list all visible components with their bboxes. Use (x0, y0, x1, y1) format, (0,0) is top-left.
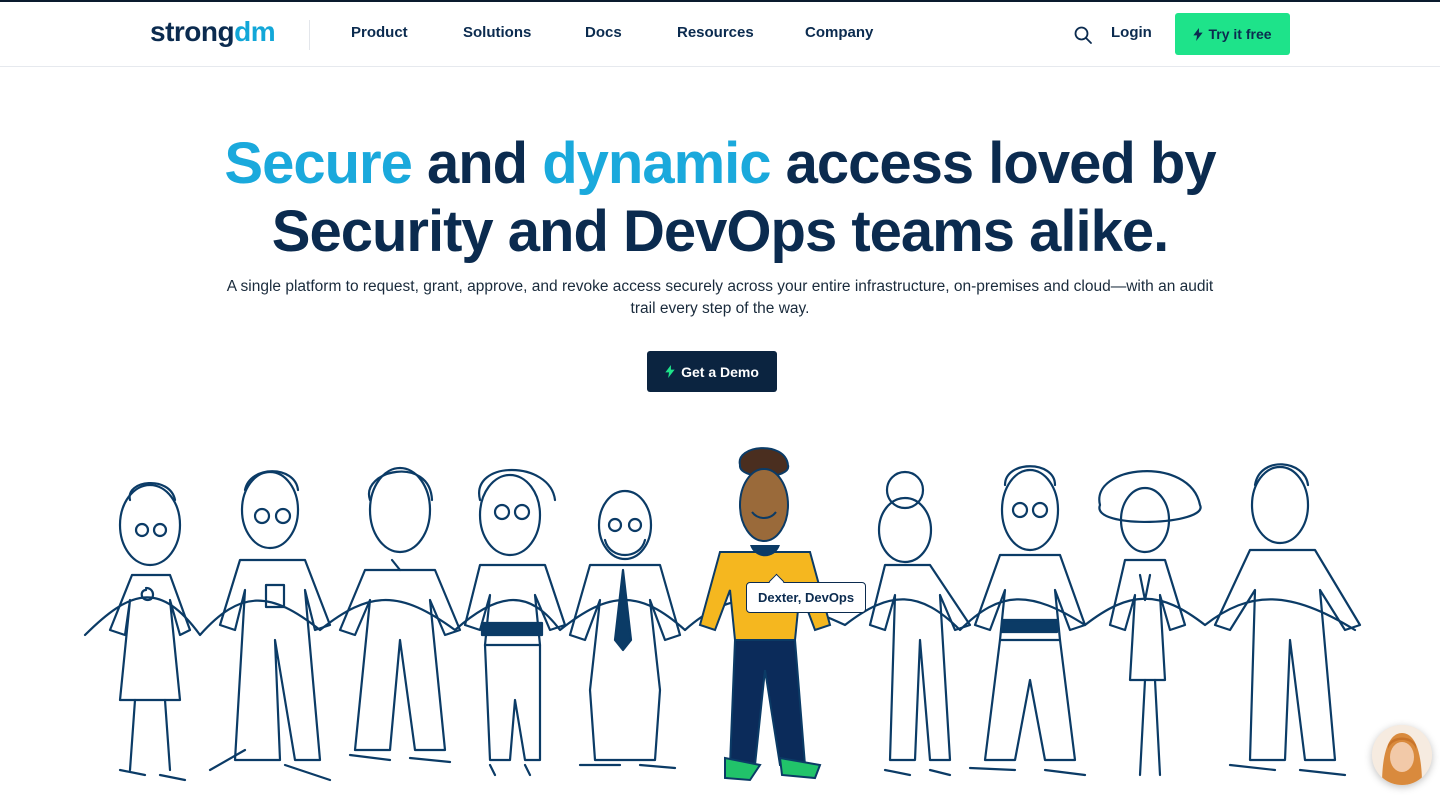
lightning-icon (665, 365, 675, 378)
nav-docs[interactable]: Docs (585, 24, 622, 41)
try-it-free-label: Try it free (1208, 26, 1272, 42)
search-icon[interactable] (1073, 25, 1093, 45)
get-a-demo-button[interactable]: Get a Demo (647, 351, 777, 392)
dexter-tooltip-label: Dexter, DevOps (758, 590, 855, 605)
chat-avatar-button[interactable] (1372, 725, 1432, 785)
lightning-icon (1193, 27, 1204, 41)
nav-company[interactable]: Company (805, 24, 873, 41)
hero-title-secure: Secure (224, 131, 412, 196)
logo-accent: dm (234, 16, 276, 47)
support-agent-avatar-icon (1372, 725, 1432, 785)
strongdm-logo[interactable]: strongdm (150, 16, 276, 48)
hero-title-and: and (411, 131, 543, 196)
header-divider (309, 20, 310, 50)
nav-solutions[interactable]: Solutions (463, 24, 531, 41)
dexter-tooltip: Dexter, DevOps (746, 582, 867, 613)
hero-title: Secure and dynamic access loved by Secur… (0, 130, 1440, 266)
hero-subtitle: A single platform to request, grant, app… (226, 278, 1214, 317)
login-link[interactable]: Login (1111, 24, 1152, 41)
dexter-figure (698, 447, 832, 782)
try-it-free-button[interactable]: Try it free (1175, 13, 1290, 55)
nav-product[interactable]: Product (351, 24, 408, 41)
team-illustration (83, 447, 1362, 782)
hero-title-line2: Security and DevOps teams alike. (271, 199, 1169, 264)
hero-title-dynamic: dynamic (542, 131, 771, 196)
nav-resources[interactable]: Resources (677, 24, 754, 41)
get-a-demo-label: Get a Demo (681, 363, 759, 380)
hero-title-rest: access loved by (770, 131, 1217, 196)
site-header: strongdm Product Solutions Docs Resource… (0, 2, 1440, 67)
logo-text: strong (150, 16, 235, 47)
